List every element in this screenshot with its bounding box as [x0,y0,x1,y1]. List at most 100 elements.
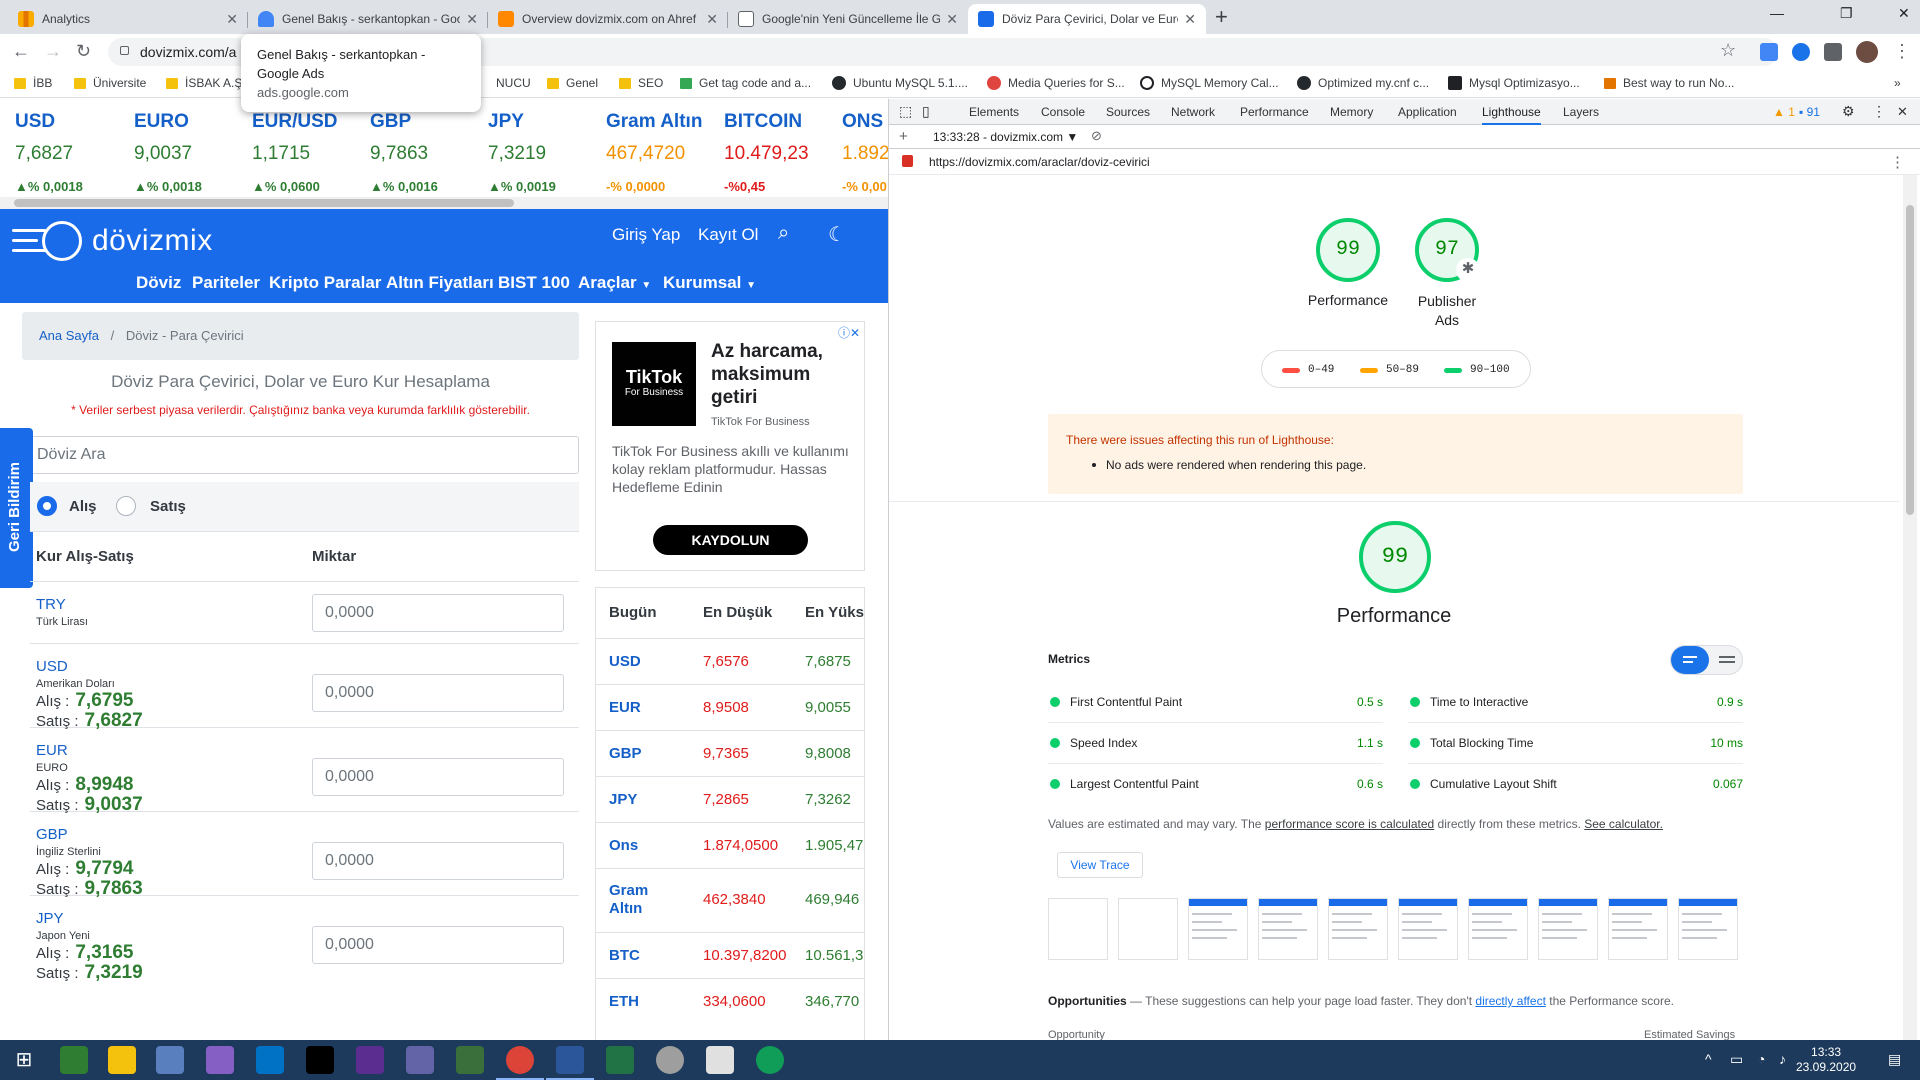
nav-altin[interactable]: Altın Fiyatları [386,273,494,293]
search-icon[interactable]: ⌕ [778,222,789,245]
bookmark-item[interactable]: NUCU [496,76,531,90]
nav-kurumsal[interactable]: Kurumsal ▼ [663,273,756,293]
settings-app-icon[interactable] [656,1046,684,1074]
bookmark-item[interactable]: SEO [619,76,663,90]
sql-tool-icon[interactable] [156,1046,184,1074]
taskbar-clock[interactable]: 13:33 23.09.2020 [1796,1045,1856,1075]
inspect-icon[interactable]: ⬚ [899,103,912,120]
radio-buy-label[interactable]: Alış [69,498,97,515]
bookmark-item[interactable]: İSBAK A.Ş [166,76,242,90]
device-toolbar-icon[interactable]: ▯ [922,103,930,120]
bookmark-item[interactable]: Media Queries for S... [987,76,1125,90]
volume-icon[interactable]: ♪ [1779,1051,1786,1067]
devtools-scrollbar[interactable] [1903,175,1917,1040]
bookmark-item[interactable]: Mysql Optimizasyo... [1448,76,1580,90]
bookmark-item[interactable]: Optimized my.cnf c... [1297,76,1429,90]
table-row[interactable]: Gram Altın 462,3840 469,946 [596,868,864,932]
tab-analytics[interactable]: Analytics ✕ [8,4,248,34]
warning-count[interactable]: ▲ 1 [1773,105,1795,119]
notepad-icon[interactable] [60,1046,88,1074]
message-count[interactable]: ▪ 91 [1799,105,1820,119]
app-window-icon[interactable] [706,1046,734,1074]
word-icon[interactable] [546,1046,594,1080]
ticker-item[interactable]: ONS 1.892 -% 0,00 [842,111,888,194]
chrome-icon[interactable] [496,1046,544,1080]
add-report-icon[interactable]: + [899,128,908,145]
jetbrains-icon[interactable] [306,1046,334,1074]
minimize-icon[interactable]: — [1770,5,1784,21]
ticker-item[interactable]: BITCOIN 10.479,23 -%0,45 [724,111,809,194]
extension-icon[interactable] [1792,43,1810,61]
close-icon[interactable]: ✕ [466,11,478,28]
breadcrumb-home[interactable]: Ana Sayfa [39,328,99,343]
avatar[interactable] [1856,41,1878,63]
scrollbar-thumb[interactable] [14,199,514,207]
bookmark-item[interactable]: Üniversite [74,76,146,90]
window-close-icon[interactable]: ✕ [1898,5,1910,22]
metrics-view-toggle[interactable] [1670,645,1743,675]
tab-google-update[interactable]: Google'nin Yeni Güncelleme İle G ✕ [728,4,968,34]
tab-console[interactable]: Console [1041,105,1085,119]
report-selector[interactable]: 13:33:28 - dovizmix.com ▼ [933,130,1078,144]
translate-icon[interactable] [1760,43,1778,61]
excel-icon[interactable] [606,1046,634,1074]
ticker-item[interactable]: EURO 9,0037 ▲% 0,0018 [134,111,202,194]
directly-affect-link[interactable]: directly affect [1475,994,1545,1008]
amount-input[interactable]: 0,0000 [312,842,564,880]
ad-cta-button[interactable]: KAYDOLUN [653,525,808,555]
teams-icon[interactable] [406,1046,434,1074]
clear-icon[interactable]: ⊘ [1091,128,1102,144]
nav-pariteler[interactable]: Pariteler [192,273,260,293]
puzzle-icon[interactable] [1824,43,1842,61]
table-row[interactable]: JPY 7,2865 7,3262 [596,776,864,822]
devtools-close-icon[interactable]: ✕ [1897,104,1908,120]
feedback-tab[interactable]: Geri Bildirim [0,428,33,588]
tab-elements[interactable]: Elements [969,105,1019,119]
nav-doviz[interactable]: Döviz [136,273,181,293]
view-trace-button[interactable]: View Trace [1057,852,1143,878]
nav-kripto[interactable]: Kripto Paralar [269,273,381,293]
bookmark-item[interactable]: Best way to run No... [1604,76,1734,90]
tab-lighthouse[interactable]: Lighthouse [1482,105,1541,125]
currency-search-input[interactable]: Döviz Ara [30,436,579,474]
bookmark-item[interactable]: Genel [547,76,598,90]
reload-icon[interactable]: ↻ [76,41,91,61]
ad-choices-icon[interactable]: ⓘ✕ [838,324,860,341]
tab-layers[interactable]: Layers [1563,105,1599,119]
login-link[interactable]: Giriş Yap [612,225,680,245]
tab-google-ads[interactable]: Genel Bakış - serkantopkan - Goo ✕ [248,4,488,34]
amount-input[interactable]: 0,0000 [312,674,564,712]
bookmark-item[interactable]: MySQL Memory Cal... [1140,76,1279,90]
radio-sell[interactable] [116,496,136,516]
file-explorer-icon[interactable] [108,1046,136,1074]
more-bookmarks-icon[interactable]: » [1894,76,1901,90]
bookmark-item[interactable]: İBB [14,76,52,90]
ticker-scrollbar[interactable] [0,197,888,209]
ticker-item[interactable]: EUR/USD 1,1715 ▲% 0,0600 [252,111,338,194]
amount-input[interactable]: 0,0000 [312,926,564,964]
compact-view-icon[interactable] [1671,646,1709,674]
windows-start-icon[interactable]: ⊞ [10,1046,38,1074]
settings-gear-icon[interactable]: ⚙ [1842,103,1855,120]
site-logo[interactable]: dövizmix [12,219,213,263]
ticker-item[interactable]: USD 7,6827 ▲% 0,0018 [15,111,83,194]
calculator-link[interactable]: See calculator. [1584,817,1663,831]
close-icon[interactable]: ✕ [706,11,718,28]
tab-sources[interactable]: Sources [1106,105,1150,119]
devtools-menu-icon[interactable]: ⋮ [1872,103,1886,120]
tab-memory[interactable]: Memory [1330,105,1373,119]
scrollbar-thumb[interactable] [1906,205,1914,515]
ticker-item[interactable]: JPY 7,3219 ▲% 0,0019 [488,111,556,194]
table-row[interactable]: GBP 9,7365 9,8008 [596,730,864,776]
maximize-icon[interactable]: ❐ [1840,5,1853,22]
visual-studio-icon[interactable] [206,1046,234,1074]
bookmark-item[interactable]: Ubuntu MySQL 5.1.... [832,76,968,90]
table-row[interactable]: Ons 1.874,0500 1.905,47 [596,822,864,868]
bookmark-item[interactable]: Get tag code and a... [680,76,811,90]
new-tab-button[interactable]: + [1215,5,1228,29]
chrome-canary-icon[interactable] [756,1046,784,1074]
report-url[interactable]: https://dovizmix.com/araclar/doviz-cevir… [929,155,1150,169]
network-tool-icon[interactable] [456,1046,484,1074]
table-row[interactable]: ETH 334,0600 346,770 [596,978,864,1024]
dark-mode-moon-icon[interactable]: ☾ [828,222,846,247]
